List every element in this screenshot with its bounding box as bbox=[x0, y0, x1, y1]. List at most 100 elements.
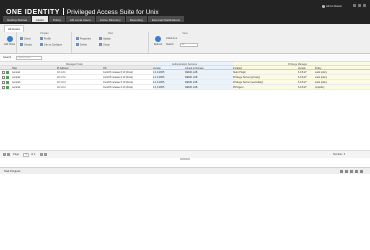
tab-reporting[interactable]: Reporting bbox=[125, 16, 147, 22]
search-scope-text: Search bbox=[166, 43, 174, 46]
next-page-icon[interactable] bbox=[40, 153, 43, 156]
properties-icon bbox=[76, 37, 79, 40]
delete-button[interactable]: Delete bbox=[76, 43, 87, 47]
profile-icon bbox=[40, 37, 43, 40]
status-tool-icon[interactable] bbox=[355, 170, 358, 173]
columns-label: Columns bbox=[166, 37, 176, 40]
status-tool-icon[interactable] bbox=[350, 170, 353, 173]
row-count: Number: 4 bbox=[333, 153, 346, 156]
cell-installed: Sudo Plugin bbox=[233, 71, 246, 74]
refresh-button[interactable]: Refresh bbox=[152, 36, 164, 46]
cell-policy: pmpolicy bbox=[315, 86, 325, 89]
cell-as-version: 4.1.0.2005 bbox=[153, 76, 165, 79]
cell-as-version: 4.1.0.2005 bbox=[153, 81, 165, 84]
cell-ip: 10.1.0.3 bbox=[57, 81, 66, 84]
cell-pm-version: 6.0.8.27 bbox=[298, 86, 307, 89]
ribbon-group-add: Add Hosts bbox=[2, 32, 17, 53]
user-name: Admin Master bbox=[326, 5, 342, 8]
close-icon[interactable] bbox=[363, 4, 366, 7]
cell-policy: sudo policy bbox=[315, 71, 327, 74]
tab-ad-local-users[interactable]: AD Local Users bbox=[65, 16, 95, 22]
page-number-input[interactable]: 1 bbox=[23, 152, 29, 157]
filter-bar: Search Search hosts bbox=[0, 54, 370, 62]
cell-host: centos1 bbox=[12, 71, 21, 74]
add-hosts-button[interactable]: Add Hosts bbox=[3, 36, 16, 46]
host-icon bbox=[6, 86, 9, 89]
pane-splitter-handle[interactable] bbox=[180, 158, 190, 160]
ribbon-group-prepare: Prepare Check Profile Groups Join to Con… bbox=[18, 32, 72, 53]
task-progress-label[interactable]: Task Progress bbox=[4, 170, 20, 173]
tab-getting-started[interactable]: Getting Started bbox=[3, 16, 32, 22]
hosts-ribbon: All Hosts Add Hosts Prepare Check Profil… bbox=[0, 24, 370, 54]
ribbon-group-host: Host Properties Update Delete Group bbox=[73, 32, 149, 53]
columns-button[interactable]: Columns ▾ bbox=[166, 37, 177, 40]
tab-external-notifications[interactable]: External Notifications bbox=[147, 16, 184, 22]
main-nav-tabs: Getting Started Hosts Policy AD Local Us… bbox=[0, 14, 185, 22]
filter-label: Search bbox=[3, 56, 12, 59]
join-label: Join to Configure bbox=[44, 43, 63, 47]
row-checkbox[interactable] bbox=[2, 71, 5, 74]
properties-label: Properties bbox=[80, 37, 91, 41]
cell-installed: Privilege Server (primary) bbox=[233, 76, 261, 79]
search-scope-label: Search bbox=[166, 43, 174, 46]
row-checkbox[interactable] bbox=[2, 81, 5, 84]
status-bar: Task Progress bbox=[0, 167, 370, 174]
update-icon bbox=[99, 37, 102, 40]
cell-as-version: 4.1.0.2005 bbox=[153, 71, 165, 74]
status-tool-icon[interactable] bbox=[340, 170, 343, 173]
delete-label: Delete bbox=[80, 43, 87, 47]
app-banner: ONE IDENTITY Privileged Access Suite for … bbox=[0, 0, 370, 24]
tab-policy[interactable]: Policy bbox=[48, 16, 65, 22]
profile-button[interactable]: Profile bbox=[40, 37, 51, 41]
update-button[interactable]: Update bbox=[99, 37, 111, 41]
update-label: Update bbox=[103, 37, 111, 41]
window-controls bbox=[353, 4, 366, 7]
cell-host: centos4 bbox=[12, 86, 21, 89]
group-label: Group bbox=[103, 43, 110, 47]
host-icon bbox=[6, 71, 9, 74]
cell-pm-version: 6.0.8.27 bbox=[298, 81, 307, 84]
row-checkbox[interactable] bbox=[2, 86, 5, 89]
add-hosts-label: Add Hosts bbox=[3, 43, 16, 46]
minimize-icon[interactable] bbox=[353, 4, 356, 7]
status-tool-icon[interactable] bbox=[360, 170, 363, 173]
row-checkbox[interactable] bbox=[2, 76, 5, 79]
view-group-title: View bbox=[182, 32, 188, 35]
filter-input[interactable]: Search hosts bbox=[16, 55, 42, 60]
host-group-title: Host bbox=[108, 32, 113, 35]
add-host-icon bbox=[6, 36, 13, 42]
status-tool-icon[interactable] bbox=[345, 170, 348, 173]
properties-button[interactable]: Properties bbox=[76, 37, 91, 41]
maximize-icon[interactable] bbox=[358, 4, 361, 7]
groups-button[interactable]: Groups bbox=[20, 43, 32, 47]
cell-as-version: 4.1.0.2005 bbox=[153, 86, 165, 89]
cell-pm-version: 6.0.8.27 bbox=[298, 71, 307, 74]
group-button[interactable]: Group bbox=[99, 43, 110, 47]
cell-domain: DEMO.LAB bbox=[185, 71, 198, 74]
table-row[interactable]: centos4 10.1.0.4 CentOS release 6.10 (Fi… bbox=[0, 85, 370, 90]
chevron-down-icon: ▾ bbox=[176, 37, 178, 40]
host-icon bbox=[6, 81, 9, 84]
previous-page-icon[interactable] bbox=[7, 153, 10, 156]
delete-icon bbox=[76, 43, 79, 46]
tab-active-directory[interactable]: Active Directory bbox=[95, 16, 125, 22]
check-label: Check bbox=[24, 37, 31, 41]
cell-host: centos2 bbox=[12, 76, 21, 79]
search-scope-select[interactable]: All bbox=[180, 42, 198, 47]
join-button[interactable]: Join to Configure bbox=[40, 43, 62, 47]
refresh-label: Refresh bbox=[153, 43, 163, 46]
first-page-icon[interactable] bbox=[3, 153, 6, 156]
tab-hosts[interactable]: Hosts bbox=[32, 16, 48, 22]
grid-pager: Page 1 of 1 Number: 4 bbox=[0, 150, 370, 158]
cell-ip: 10.1.0.1 bbox=[57, 71, 66, 74]
last-page-icon[interactable] bbox=[44, 153, 47, 156]
cell-policy: sudo policy bbox=[315, 76, 327, 79]
ribbon-tab-all-hosts[interactable]: All Hosts bbox=[4, 25, 24, 32]
cell-ip: 10.1.0.4 bbox=[57, 86, 66, 89]
cell-ip: 10.1.0.2 bbox=[57, 76, 66, 79]
check-button[interactable]: Check bbox=[20, 37, 31, 41]
cell-installed: PM Agent bbox=[233, 86, 244, 89]
user-menu[interactable]: Admin Master bbox=[322, 5, 342, 8]
cell-os: CentOS release 6.10 (Final) bbox=[103, 71, 133, 74]
cell-os: CentOS release 6.10 (Final) bbox=[103, 86, 133, 89]
